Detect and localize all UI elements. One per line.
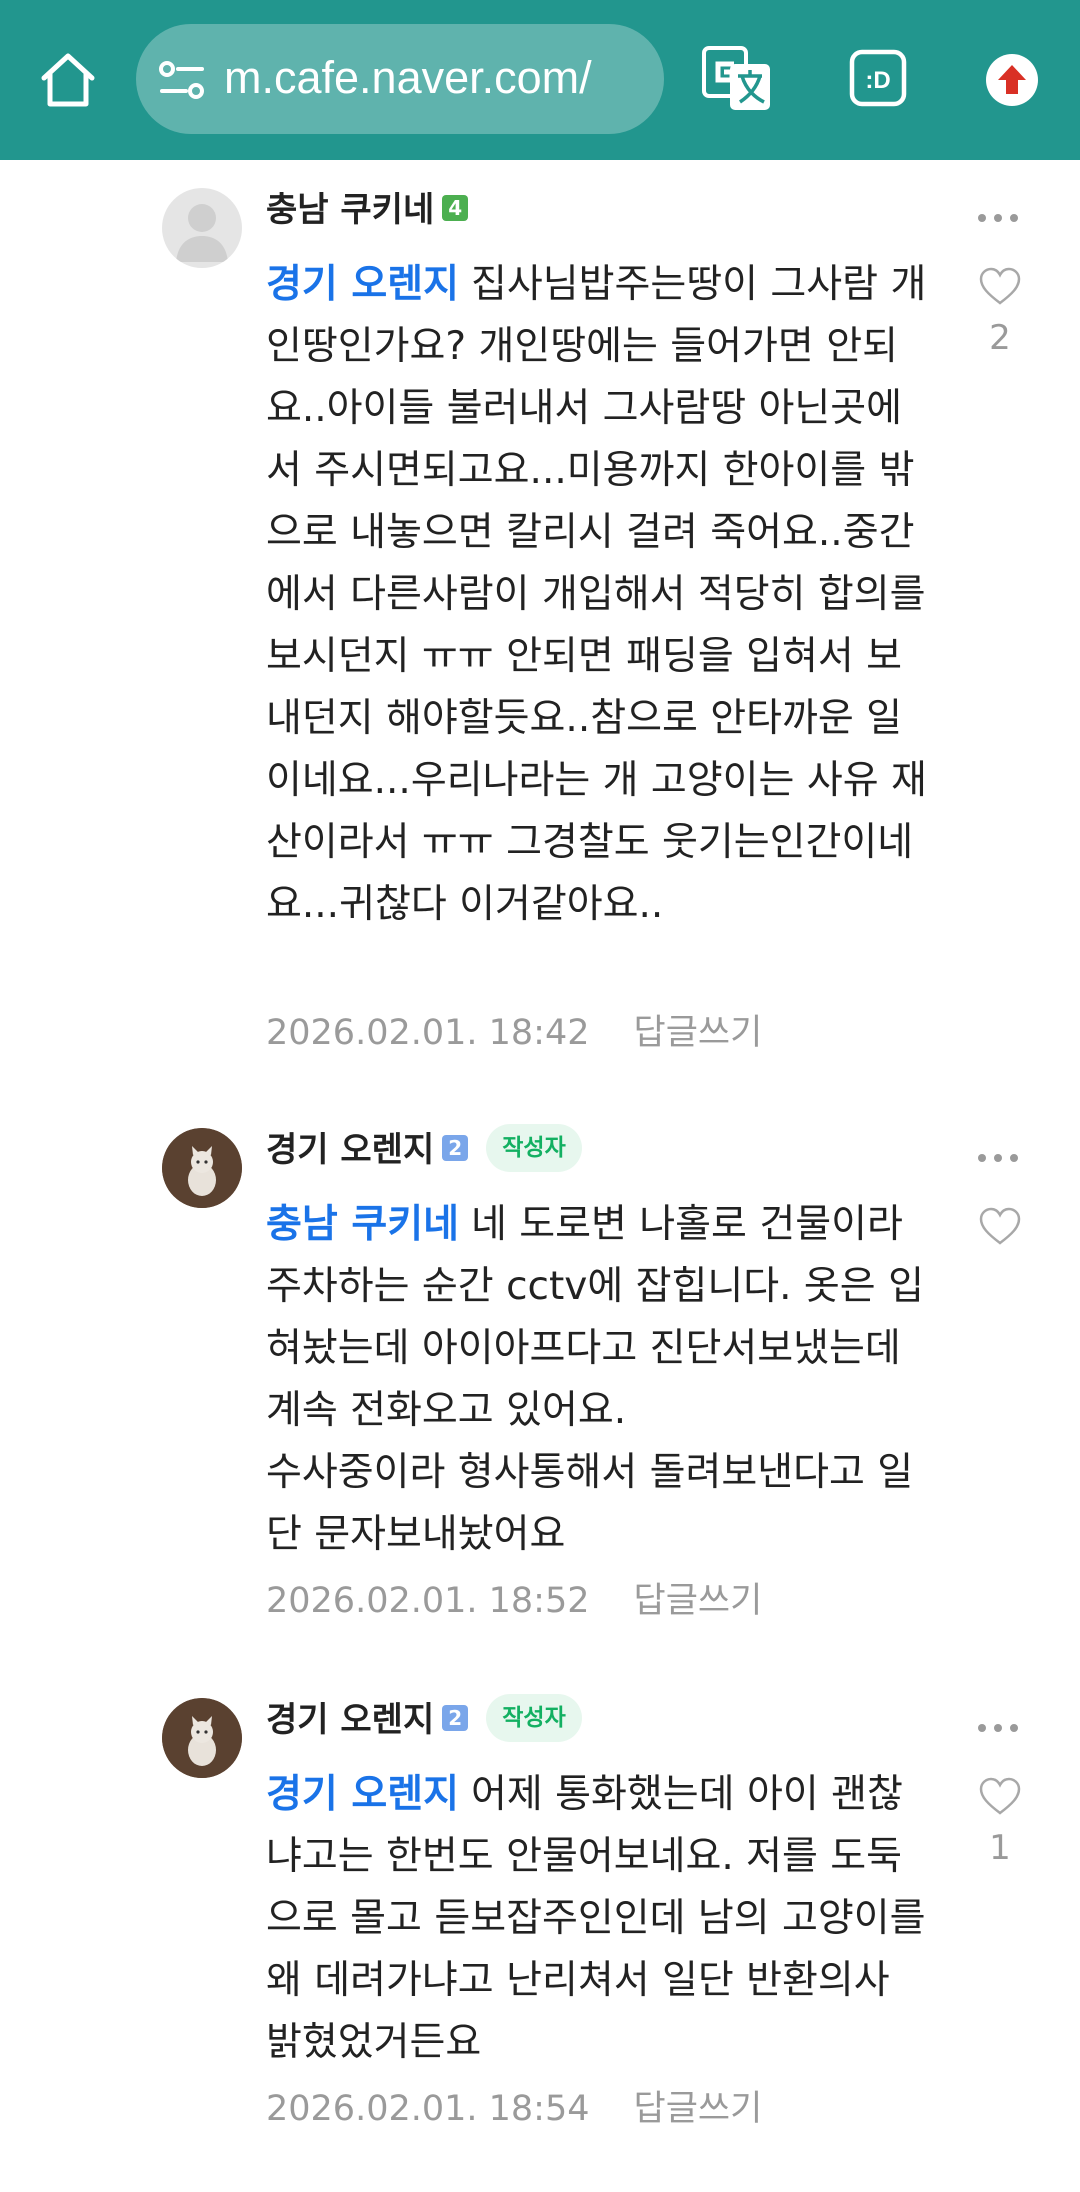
home-icon[interactable] bbox=[36, 48, 100, 112]
member-level-badge: 2 bbox=[442, 1704, 469, 1731]
more-options-icon[interactable] bbox=[976, 210, 1020, 226]
translate-icon[interactable] bbox=[702, 44, 772, 114]
cat-avatar[interactable] bbox=[162, 1698, 242, 1778]
comment-author[interactable]: 경기 오렌지 2 작성자 bbox=[266, 1693, 582, 1746]
comment-text: 경기 오렌지 어제 통화했는데 아이 괜찮냐고는 한번도 안물어보네요. 저를 도… bbox=[266, 1764, 934, 2074]
member-level-badge: 4 bbox=[442, 194, 469, 221]
mention-link[interactable]: 충남 쿠키네 bbox=[266, 1202, 459, 1247]
like-button[interactable]: 2 bbox=[972, 266, 1028, 358]
url-text[interactable]: m.cafe.naver.com/ bbox=[224, 48, 654, 108]
user-silhouette-icon bbox=[176, 204, 228, 262]
heart-icon[interactable] bbox=[978, 1206, 1022, 1246]
comment-date: 2026.02.01. 18:42 bbox=[266, 1013, 590, 1053]
comment-meta: 2026.02.01. 18:52 답글쓰기 bbox=[266, 1576, 762, 1626]
comment-author[interactable]: 충남 쿠키네 4 bbox=[266, 186, 469, 234]
cat-photo bbox=[162, 1698, 242, 1778]
author-name[interactable]: 경기 오렌지 bbox=[266, 1700, 434, 1740]
cat-avatar[interactable] bbox=[162, 1128, 242, 1208]
svg-text::D: :D bbox=[865, 67, 890, 94]
mention-link[interactable]: 경기 오렌지 bbox=[266, 1772, 459, 1817]
default-avatar[interactable] bbox=[162, 188, 242, 268]
comment-text: 경기 오렌지 집사님밥주는땅이 그사람 개인땅인가요? 개인땅에는 들어가면 안되… bbox=[266, 254, 934, 936]
comment-date: 2026.02.01. 18:52 bbox=[266, 1581, 590, 1621]
heart-icon[interactable] bbox=[978, 1776, 1022, 1816]
comment-text: 충남 쿠키네 네 도로변 나홀로 건물이라 주차하는 순간 cctv에 잡힙니다.… bbox=[266, 1194, 934, 1566]
comment-body: 네 도로변 나홀로 건물이라 주차하는 순간 cctv에 잡힙니다. 옷은 입혀… bbox=[266, 1202, 924, 1557]
writer-badge: 작성자 bbox=[486, 1123, 582, 1172]
comment-date: 2026.02.01. 18:54 bbox=[266, 2089, 590, 2129]
mention-link[interactable]: 경기 오렌지 bbox=[266, 262, 459, 307]
reply-button[interactable]: 답글쓰기 bbox=[634, 1013, 763, 1053]
address-bar[interactable]: m.cafe.naver.com/ bbox=[136, 24, 664, 134]
like-button[interactable]: 1 bbox=[972, 1776, 1028, 1868]
more-options-icon[interactable] bbox=[976, 1150, 1020, 1166]
more-options-icon[interactable] bbox=[976, 1720, 1020, 1736]
browser-toolbar: m.cafe.naver.com/ :D bbox=[0, 0, 1080, 160]
site-settings-icon[interactable] bbox=[158, 60, 206, 100]
like-count: 2 bbox=[989, 318, 1011, 358]
comment-author[interactable]: 경기 오렌지 2 작성자 bbox=[266, 1123, 582, 1176]
author-name[interactable]: 경기 오렌지 bbox=[266, 1130, 434, 1170]
comment-meta: 2026.02.01. 18:54 답글쓰기 bbox=[266, 2084, 762, 2134]
writer-badge: 작성자 bbox=[486, 1693, 582, 1742]
author-name[interactable]: 충남 쿠키네 bbox=[266, 190, 434, 230]
member-level-badge: 2 bbox=[442, 1134, 469, 1161]
comment-body: 집사님밥주는땅이 그사람 개인땅인가요? 개인땅에는 들어가면 안되요..아이들… bbox=[266, 262, 927, 927]
reply-button[interactable]: 답글쓰기 bbox=[634, 1581, 763, 1621]
like-count: 1 bbox=[989, 1828, 1011, 1868]
upload-icon[interactable] bbox=[984, 52, 1040, 108]
like-button[interactable] bbox=[972, 1206, 1028, 1258]
reply-button[interactable]: 답글쓰기 bbox=[634, 2089, 763, 2129]
cat-photo bbox=[162, 1128, 242, 1208]
heart-icon[interactable] bbox=[978, 266, 1022, 306]
tab-switcher-icon[interactable]: :D bbox=[848, 48, 908, 108]
comment-meta: 2026.02.01. 18:42 답글쓰기 bbox=[266, 1008, 762, 1058]
